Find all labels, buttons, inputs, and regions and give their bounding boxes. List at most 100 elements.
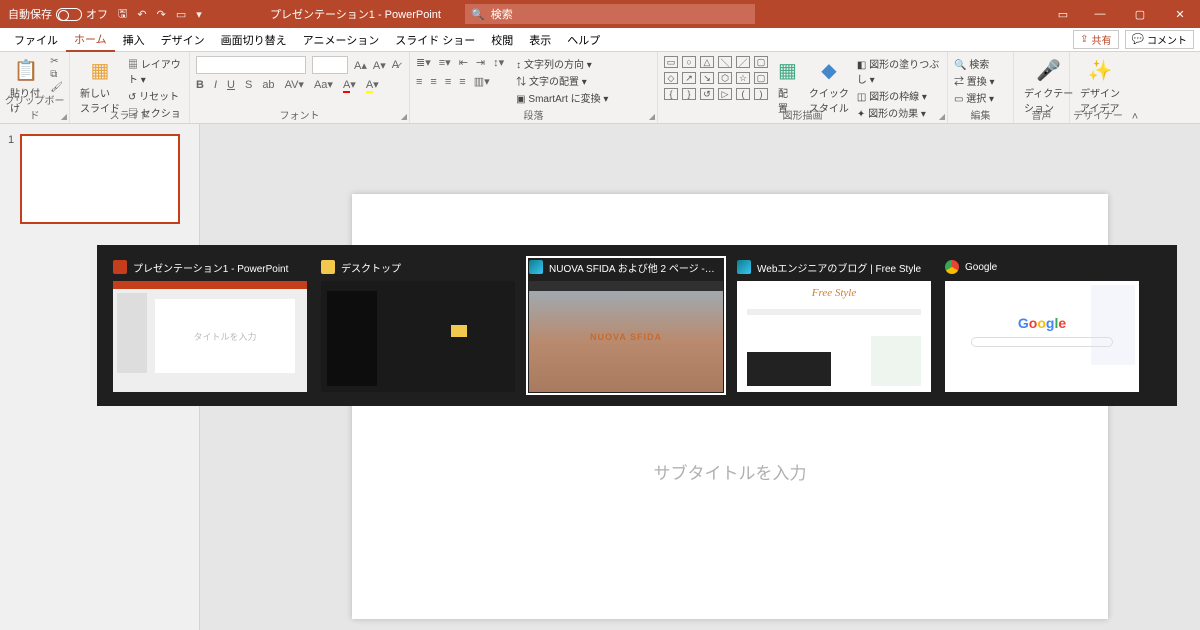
tab-help[interactable]: ヘルプ (559, 28, 608, 52)
bold-button[interactable]: B (196, 79, 204, 91)
bullets-icon[interactable]: ≣▾ (416, 56, 431, 69)
cut-icon[interactable]: ✂ (50, 56, 63, 67)
justify-icon[interactable]: ≡ (459, 76, 465, 88)
font-launcher-icon[interactable]: ◢ (401, 112, 407, 121)
minimize-icon[interactable]: — (1080, 0, 1120, 28)
group-voice: 🎤ディクテー ション 音声 (1014, 52, 1070, 123)
group-slides: ▦新しい スライド ▦ レイアウト ▾ ↺ リセット ▤ セクション ▾ スライ… (70, 52, 190, 123)
new-slide-icon: ▦ (91, 58, 110, 83)
smartart-button[interactable]: ▣ SmartArt に変換 ▾ (516, 90, 608, 105)
task-label: NUOVA SFIDA および他 2 ページ -… (549, 260, 715, 275)
paragraph-launcher-icon[interactable]: ◢ (649, 112, 655, 121)
task-edge-blog[interactable]: Webエンジニアのブログ | Free Style Free Style (737, 259, 931, 392)
shape-outline-button[interactable]: ◫ 図形の枠線 ▾ (857, 88, 941, 103)
tab-home[interactable]: ホーム (66, 28, 115, 52)
indent-inc-icon[interactable]: ⇥ (476, 56, 485, 69)
tab-file[interactable]: ファイル (6, 28, 66, 52)
task-label: Webエンジニアのブログ | Free Style (757, 260, 921, 275)
shapes-gallery[interactable]: ▭○△＼／▢ ◇↗↘⬡☆▢ {}↺▷() (664, 56, 770, 102)
underline-button[interactable]: U (227, 79, 235, 91)
reset-button[interactable]: ↺ リセット (128, 88, 183, 103)
clear-format-icon[interactable]: A̷ (392, 59, 399, 71)
tab-design[interactable]: デザイン (153, 28, 213, 52)
italic-button[interactable]: I (214, 79, 217, 91)
find-button[interactable]: 🔍 検索 (954, 56, 995, 71)
task-label: Google (965, 262, 997, 273)
grow-font-icon[interactable]: A▴ (354, 59, 367, 72)
save-icon[interactable]: 🖫 (118, 5, 127, 24)
highlight-button[interactable]: A▾ (366, 78, 379, 91)
maximize-icon[interactable]: ▢ (1120, 0, 1160, 28)
ribbon-tabs: ファイル ホーム 挿入 デザイン 画面切り替え アニメーション スライド ショー… (0, 28, 1200, 52)
font-size-combo[interactable] (312, 56, 348, 74)
alt-tab-switcher: プレゼンテーション1 - PowerPoint タイトルを入力 デスクトップ N… (97, 245, 1177, 406)
tab-review[interactable]: 校閲 (483, 28, 521, 52)
slide-thumbnail-1[interactable]: 1 (8, 134, 191, 224)
task-powerpoint[interactable]: プレゼンテーション1 - PowerPoint タイトルを入力 (113, 259, 307, 392)
tab-slideshow[interactable]: スライド ショー (387, 28, 483, 52)
qat-more-icon[interactable]: ▾ (196, 8, 202, 21)
task-thumbnail: Google (945, 281, 1139, 392)
subtitle-placeholder[interactable]: サブタイトルを入力 (654, 459, 807, 484)
group-editing: 🔍 検索 ⇄ 置換 ▾ ▭ 選択 ▾ 編集 (948, 52, 1014, 123)
columns-icon[interactable]: ▥▾ (474, 75, 490, 88)
powerpoint-icon (113, 260, 127, 274)
folder-icon (321, 260, 335, 274)
comment-icon: 💬 (1132, 34, 1144, 45)
from-beginning-icon[interactable]: ▭ (176, 8, 186, 21)
align-right-icon[interactable]: ≡ (445, 76, 451, 88)
tab-insert[interactable]: 挿入 (115, 28, 153, 52)
comments-button[interactable]: 💬コメント (1125, 30, 1194, 49)
task-label: プレゼンテーション1 - PowerPoint (133, 260, 288, 275)
title-bar: 自動保存 オフ 🖫 ↶ ↷ ▭ ▾ プレゼンテーション1 - PowerPoin… (0, 0, 1200, 28)
autosave-switch-icon (56, 8, 82, 21)
search-box[interactable]: 🔍 検索 (465, 4, 755, 24)
autosave-state: オフ (86, 6, 108, 22)
share-button[interactable]: ⇪共有 (1073, 30, 1118, 49)
drawing-launcher-icon[interactable]: ◢ (939, 112, 945, 121)
redo-icon[interactable]: ↷ (157, 8, 166, 21)
strike-button[interactable]: S (245, 79, 252, 91)
text-direction-button[interactable]: ↕ 文字列の方向 ▾ (516, 56, 608, 71)
mic-icon: 🎤 (1036, 58, 1061, 83)
share-icon: ⇪ (1080, 34, 1088, 45)
window-title: プレゼンテーション1 - PowerPoint (270, 6, 441, 22)
task-chrome-google[interactable]: Google Google (945, 259, 1139, 392)
task-desktop[interactable]: デスクトップ (321, 259, 515, 392)
font-family-combo[interactable] (196, 56, 306, 74)
slide-number: 1 (8, 134, 14, 224)
shape-fill-button[interactable]: ◧ 図形の塗りつぶし ▾ (857, 56, 941, 86)
chrome-icon (945, 260, 959, 274)
undo-icon[interactable]: ↶ (137, 8, 146, 21)
tab-view[interactable]: 表示 (521, 28, 559, 52)
arrange-icon: ▦ (778, 58, 797, 83)
shrink-font-icon[interactable]: A▾ (373, 59, 386, 72)
replace-button[interactable]: ⇄ 置換 ▾ (954, 73, 995, 88)
charspacing-button[interactable]: AV▾ (285, 78, 304, 91)
numbering-icon[interactable]: ≡▾ (439, 56, 451, 69)
slide-thumbnail-preview (20, 134, 180, 224)
clipboard-launcher-icon[interactable]: ◢ (61, 112, 67, 121)
ribbon-display-options-icon[interactable]: ▭ (1046, 0, 1080, 28)
shadow-button[interactable]: ab (262, 79, 274, 91)
fontcolor-button[interactable]: A▾ (343, 78, 356, 91)
autosave-toggle[interactable]: 自動保存 オフ (8, 6, 108, 22)
align-center-icon[interactable]: ≡ (430, 76, 436, 88)
indent-dec-icon[interactable]: ⇤ (459, 56, 468, 69)
select-button[interactable]: ▭ 選択 ▾ (954, 90, 995, 105)
paste-icon: 📋 (14, 58, 39, 83)
layout-button[interactable]: ▦ レイアウト ▾ (128, 56, 183, 86)
tab-animations[interactable]: アニメーション (295, 28, 388, 52)
align-left-icon[interactable]: ≡ (416, 76, 422, 88)
quick-styles-icon: ◆ (821, 58, 836, 83)
close-icon[interactable]: ✕ (1160, 0, 1200, 28)
linespacing-icon[interactable]: ↕▾ (493, 56, 504, 69)
group-font: A▴ A▾ A̷ B I U S ab AV▾ Aa▾ A▾ A▾ フォント ◢ (190, 52, 410, 123)
copy-icon[interactable]: ⧉ (50, 69, 63, 80)
task-edge-nuova[interactable]: NUOVA SFIDA および他 2 ページ -… NUOVA SFIDA (529, 259, 723, 392)
changecase-button[interactable]: Aa▾ (314, 78, 333, 91)
search-icon: 🔍 (471, 8, 485, 21)
collapse-ribbon-icon[interactable]: ˄ (1126, 52, 1144, 123)
tab-transitions[interactable]: 画面切り替え (213, 28, 295, 52)
align-text-button[interactable]: ⇅ 文字の配置 ▾ (516, 73, 608, 88)
